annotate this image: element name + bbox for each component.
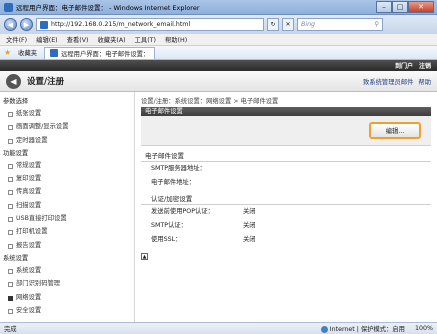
main-panel: 设置/注册：系统设置：网络设置 > 电子邮件设置 电子邮件设置 编辑... 电子… <box>135 92 437 322</box>
url-field[interactable]: http://192.168.0.215/m_network_email.htm… <box>36 18 264 31</box>
smtp-auth-label: SMTP认证： <box>151 222 187 229</box>
menu-bar: 文件(F) 编辑(E) 查看(V) 收藏夹(A) 工具(T) 帮助(H) <box>0 34 437 46</box>
setting-row: SMTP认证： 关闭 <box>141 219 431 233</box>
sidebar-item-report[interactable]: 报告设置 <box>0 239 134 252</box>
sidebar-item-copy[interactable]: 复印设置 <box>0 172 134 185</box>
security-zone: Internet | 保护模式：启用 <box>320 324 405 333</box>
setting-row: 发送前使用POP认证： 关闭 <box>141 205 431 219</box>
sidebar-item-usb-print[interactable]: USB直接打印设置 <box>0 212 134 225</box>
close-button[interactable]: ✕ <box>408 1 434 13</box>
smtp-server-label: SMTP服务器地址： <box>151 165 206 172</box>
sidebar-group-system: 系统设置 <box>3 254 29 262</box>
menu-view[interactable]: 查看(V) <box>67 35 89 44</box>
address-bar: ◀ ▶ http://192.168.0.215/m_network_email… <box>0 15 437 34</box>
tab-page-icon <box>50 49 59 57</box>
star-icon: ★ <box>4 48 12 57</box>
maximize-button[interactable]: □ <box>392 1 408 13</box>
sidebar-item-general[interactable]: 常规设置 <box>0 159 134 172</box>
menu-file[interactable]: 文件(F) <box>6 35 27 44</box>
window-controls: – □ ✕ <box>376 1 434 13</box>
section-title-bar: 电子邮件设置 <box>141 107 431 116</box>
search-icon[interactable]: ⚲ <box>374 21 379 28</box>
sidebar: 参数选择 纸张设置 画面调整/显示设置 定时器设置 功能设置 常规设置 复印设置… <box>0 92 135 322</box>
back-arrow-icon[interactable]: ◀ <box>6 73 21 89</box>
sidebar-item-printer[interactable]: 打印机设置 <box>0 225 134 238</box>
sidebar-item-paper[interactable]: 纸张设置 <box>0 107 134 120</box>
window-title: 远程用户界面：电子邮件设置： - Windows Internet Explor… <box>16 4 200 12</box>
edit-area: 编辑... <box>141 116 431 146</box>
setting-row: SMTP服务器地址： <box>141 162 431 176</box>
url-text: http://192.168.0.215/m_network_email.htm… <box>51 21 191 28</box>
zoom-level[interactable]: 100% <box>415 325 433 332</box>
page-content: 到门户 注销 ◀ 设置/注册 致系统管理员邮件 帮助 参数选择 纸张设置 画面调… <box>0 60 437 322</box>
sidebar-item-display[interactable]: 画面调整/显示设置 <box>0 120 134 133</box>
back-button[interactable]: ◀ <box>4 18 17 31</box>
ssl-value: 关闭 <box>243 236 256 243</box>
sidebar-item-dept-id[interactable]: 部门识别码管理 <box>0 277 134 290</box>
email-settings-heading: 电子邮件设置 <box>141 151 431 162</box>
forward-button[interactable]: ▶ <box>20 18 33 31</box>
ie-logo-icon <box>4 2 13 12</box>
search-placeholder: Bing <box>301 21 316 28</box>
tab-label: 远程用户界面：电子邮件设置： <box>61 50 150 58</box>
status-text: 完成 <box>4 326 17 333</box>
mail-admin-link[interactable]: 致系统管理员邮件 <box>363 77 413 86</box>
pop-auth-value: 关闭 <box>243 208 256 215</box>
sidebar-item-security[interactable]: 安全设置 <box>0 304 134 317</box>
sidebar-item-timer[interactable]: 定时器设置 <box>0 134 134 147</box>
refresh-button[interactable]: ↻ <box>267 18 279 31</box>
portal-link[interactable]: 到门户 <box>395 61 413 70</box>
page-header: ◀ 设置/注册 致系统管理员邮件 帮助 <box>0 71 437 92</box>
top-strip: 到门户 注销 <box>0 60 437 71</box>
smtp-auth-value: 关闭 <box>243 222 256 229</box>
ssl-label: 使用SSL： <box>151 236 182 243</box>
status-bar: 完成 Internet | 保护模式：启用 100% <box>0 322 437 334</box>
logout-link[interactable]: 注销 <box>419 61 431 70</box>
setting-row: 使用SSL： 关闭 <box>141 233 431 247</box>
pop-auth-label: 发送前使用POP认证： <box>151 208 214 215</box>
favorites-button[interactable]: 收藏夹 <box>15 47 40 58</box>
sidebar-item-network[interactable]: 网络设置 <box>0 291 134 304</box>
stop-button[interactable]: ✕ <box>282 18 294 31</box>
setting-row: 电子邮件地址： <box>141 176 431 190</box>
header-links: 致系统管理员邮件 帮助 <box>363 77 431 86</box>
sidebar-item-system[interactable]: 系统设置 <box>0 264 134 277</box>
menu-tools[interactable]: 工具(T) <box>135 35 156 44</box>
page-title: 设置/注册 <box>27 77 65 87</box>
minimize-button[interactable]: – <box>376 1 392 13</box>
to-top-icon[interactable]: ▲ <box>141 253 148 260</box>
menu-favorites[interactable]: 收藏夹(A) <box>97 35 125 44</box>
edit-button[interactable]: 编辑... <box>369 122 421 139</box>
auth-settings-heading: 认证/加密设置 <box>141 194 431 205</box>
window-titlebar: 远程用户界面：电子邮件设置： - Windows Internet Explor… <box>0 0 437 15</box>
breadcrumb: 设置/注册：系统设置：网络设置 > 电子邮件设置 <box>141 98 279 105</box>
sidebar-group-preferences: 参数选择 <box>3 98 29 105</box>
browser-tab[interactable]: 远程用户界面：电子邮件设置： <box>44 46 156 59</box>
zone-text: Internet | 保护模式：启用 <box>329 326 405 333</box>
sidebar-item-fax[interactable]: 传真设置 <box>0 185 134 198</box>
page-icon <box>40 20 48 29</box>
globe-icon <box>320 325 328 333</box>
help-link[interactable]: 帮助 <box>418 77 431 86</box>
sidebar-item-scan[interactable]: 扫描设置 <box>0 199 134 212</box>
email-address-label: 电子邮件地址： <box>151 179 196 186</box>
page-body: 参数选择 纸张设置 画面调整/显示设置 定时器设置 功能设置 常规设置 复印设置… <box>0 92 437 322</box>
menu-edit[interactable]: 编辑(E) <box>36 35 58 44</box>
sidebar-group-functions: 功能设置 <box>3 149 29 157</box>
favorites-bar: ★ 收藏夹 远程用户界面：电子邮件设置： <box>0 46 437 60</box>
search-input[interactable]: Bing ⚲ <box>297 18 383 31</box>
menu-help[interactable]: 帮助(H) <box>165 35 187 44</box>
